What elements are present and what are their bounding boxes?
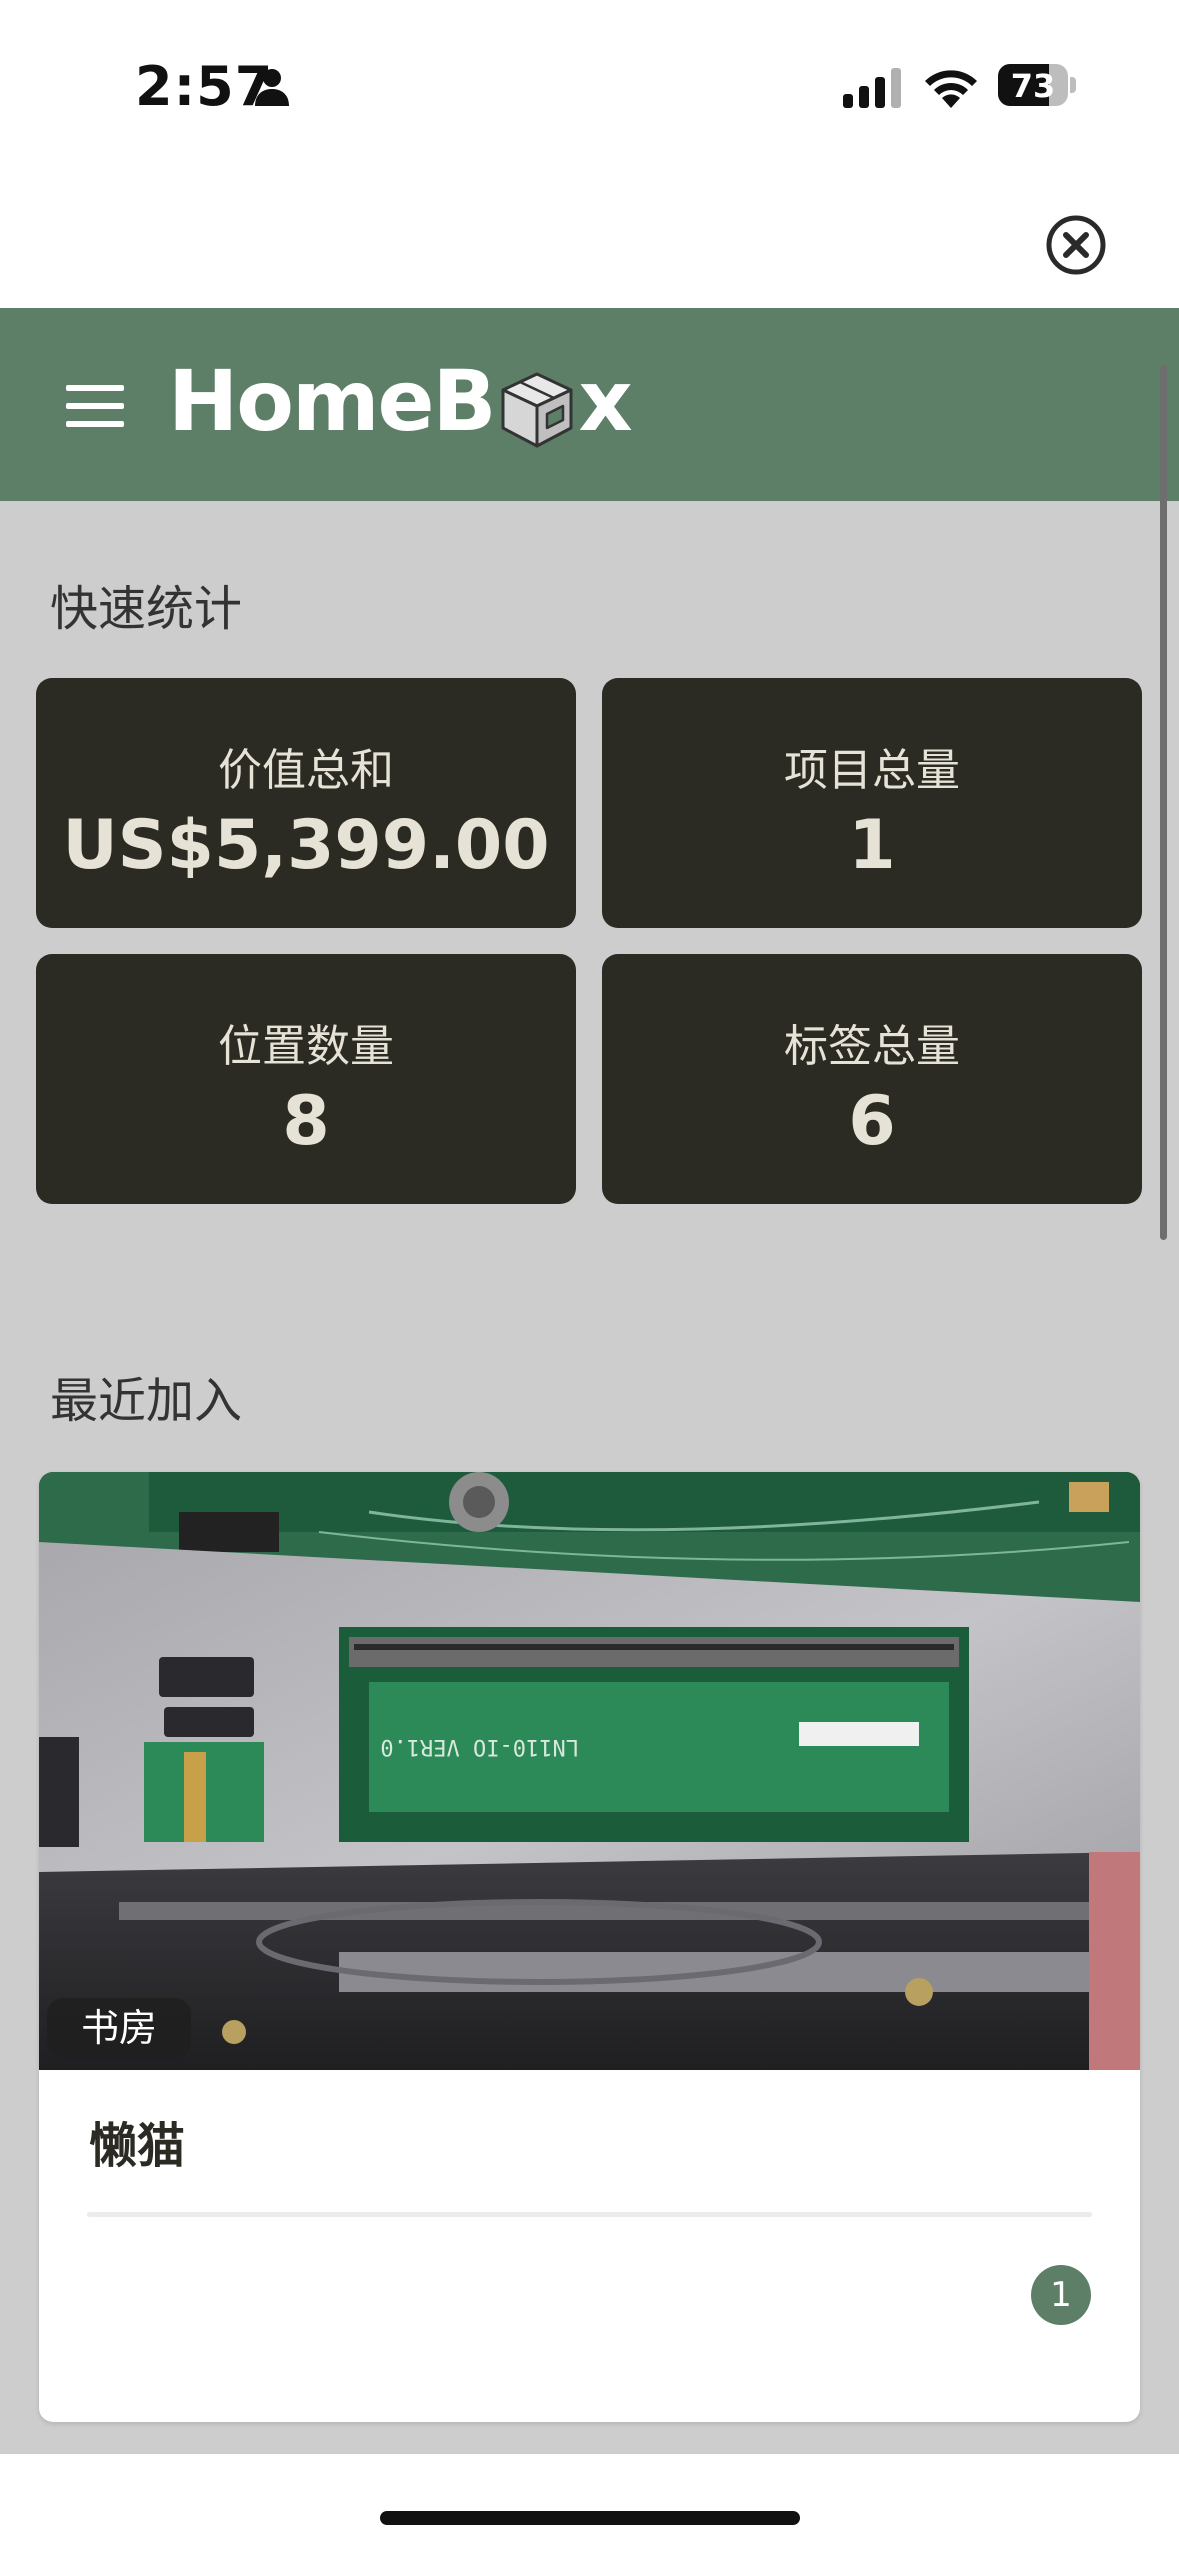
recent-items-title: 最近加入 <box>50 1373 243 1429</box>
signal-icon <box>843 68 901 108</box>
homebox-logo[interactable]: HomeB x <box>168 352 633 452</box>
person-icon <box>255 69 289 106</box>
logo-text-left: HomeB <box>168 352 497 450</box>
location-badge[interactable]: 书房 <box>47 1998 192 2058</box>
quantity-badge: 1 <box>1031 2265 1091 2325</box>
item-name[interactable]: 懒猫 <box>89 2106 185 2176</box>
stat-label: 标签总量 <box>784 1021 960 1072</box>
close-circle-icon[interactable] <box>1045 214 1107 276</box>
divider <box>87 2212 1092 2217</box>
quick-stats-title: 快速统计 <box>50 581 243 637</box>
svg-text:LN110-IO VER1.0: LN110-IO VER1.0 <box>380 1734 579 1759</box>
item-photo: LN110-IO VER1.0 <box>39 1472 1140 2070</box>
scrollbar[interactable] <box>1160 365 1167 1240</box>
stat-value: US$5,399.00 <box>62 806 550 885</box>
stat-value: 1 <box>848 806 896 885</box>
stat-card-total-value: 价值总和 US$5,399.00 <box>36 678 576 928</box>
logo-text-right: x <box>578 352 633 450</box>
stat-label: 位置数量 <box>218 1021 394 1072</box>
stat-label: 价值总和 <box>218 745 394 796</box>
box-icon <box>501 372 573 448</box>
stat-card-labels: 标签总量 6 <box>602 954 1142 1204</box>
status-bar: 2:57 73 <box>0 0 1179 175</box>
battery-icon: 73 <box>998 64 1076 106</box>
item-card[interactable]: LN110-IO VER1.0 书房 懒猫 1 <box>39 1472 1140 2422</box>
hamburger-menu-icon[interactable] <box>66 385 124 427</box>
stat-card-locations: 位置数量 8 <box>36 954 576 1204</box>
stat-label: 项目总量 <box>784 745 960 796</box>
bottom-safe-area <box>0 2454 1179 2556</box>
wifi-icon <box>925 70 977 108</box>
battery-percent: 73 <box>1010 67 1056 105</box>
home-indicator[interactable] <box>380 2511 800 2525</box>
stat-card-total-items: 项目总量 1 <box>602 678 1142 928</box>
stat-value: 6 <box>848 1082 896 1161</box>
stat-value: 8 <box>282 1082 330 1161</box>
